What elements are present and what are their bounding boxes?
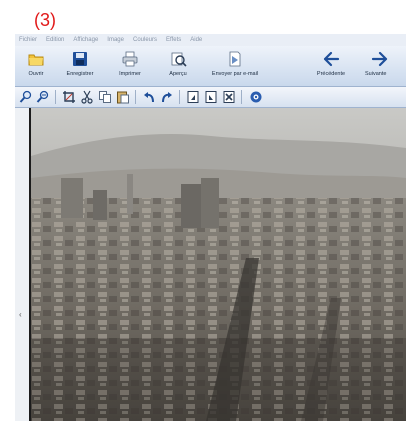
copy-icon[interactable] (98, 90, 112, 104)
toolbar-separator (179, 90, 180, 104)
crop-icon[interactable] (62, 90, 76, 104)
edit-toolbar (15, 87, 406, 108)
menu-bar: Fichier Edition Affichage Image Couleurs… (15, 34, 406, 46)
zoom-in-icon[interactable] (19, 90, 33, 104)
zoom-out-icon[interactable] (36, 90, 50, 104)
menu-view[interactable]: Affichage (73, 37, 98, 43)
delete-icon[interactable] (222, 90, 236, 104)
step-label: (3) (34, 10, 56, 30)
previous-button[interactable]: Précédente (311, 48, 351, 84)
viewer-left-margin: ‹ (15, 108, 29, 421)
arrow-left-icon (323, 51, 340, 67)
photo-viewer-window: Fichier Edition Affichage Image Couleurs… (15, 34, 406, 421)
menu-edit[interactable]: Edition (46, 37, 64, 43)
menu-image[interactable]: Image (107, 37, 124, 43)
send-email-icon (229, 51, 241, 67)
image-viewer: ‹ (15, 108, 406, 421)
print-preview-icon (171, 52, 187, 67)
email-label: Envoyer par e-mail (211, 71, 259, 77)
previous-label: Précédente (316, 71, 346, 77)
menu-colors[interactable]: Couleurs (133, 37, 157, 43)
paste-icon[interactable] (116, 90, 130, 104)
next-label: Suivante (365, 71, 387, 77)
menu-help[interactable]: Aide (190, 37, 202, 43)
save-label: Enregistrer (66, 71, 94, 77)
print-button[interactable]: Imprimer (111, 48, 149, 84)
menu-effects[interactable]: Effets (166, 37, 181, 43)
email-button[interactable]: Envoyer par e-mail (204, 48, 266, 84)
toolbar-separator (135, 90, 136, 104)
print-label: Imprimer (119, 71, 141, 77)
displayed-photo (29, 108, 406, 421)
redo-icon[interactable] (160, 90, 174, 104)
folder-icon (28, 54, 44, 66)
cut-icon[interactable] (80, 90, 94, 104)
preview-label: Aperçu (169, 71, 187, 77)
rotate-left-icon[interactable] (186, 90, 200, 104)
main-toolbar: Ouvrir Enregistrer Imprimer Aperçu Envoy… (15, 46, 406, 87)
collapse-handle-icon[interactable]: ‹ (19, 311, 23, 319)
floppy-disk-icon (73, 52, 87, 66)
menu-file[interactable]: Fichier (19, 37, 37, 43)
next-button[interactable]: Suivante (365, 48, 405, 84)
open-label: Ouvrir (28, 71, 44, 77)
printer-icon (122, 51, 138, 67)
toolbar-separator (241, 90, 242, 104)
save-button[interactable]: Enregistrer (59, 48, 101, 84)
undo-icon[interactable] (142, 90, 156, 104)
preview-button[interactable]: Aperçu (161, 48, 195, 84)
rotate-right-icon[interactable] (204, 90, 218, 104)
arrow-right-icon (371, 51, 388, 67)
toolbar-separator (55, 90, 56, 104)
city-photo-image (31, 108, 406, 421)
help-icon[interactable] (249, 90, 263, 104)
open-button[interactable]: Ouvrir (21, 48, 51, 84)
